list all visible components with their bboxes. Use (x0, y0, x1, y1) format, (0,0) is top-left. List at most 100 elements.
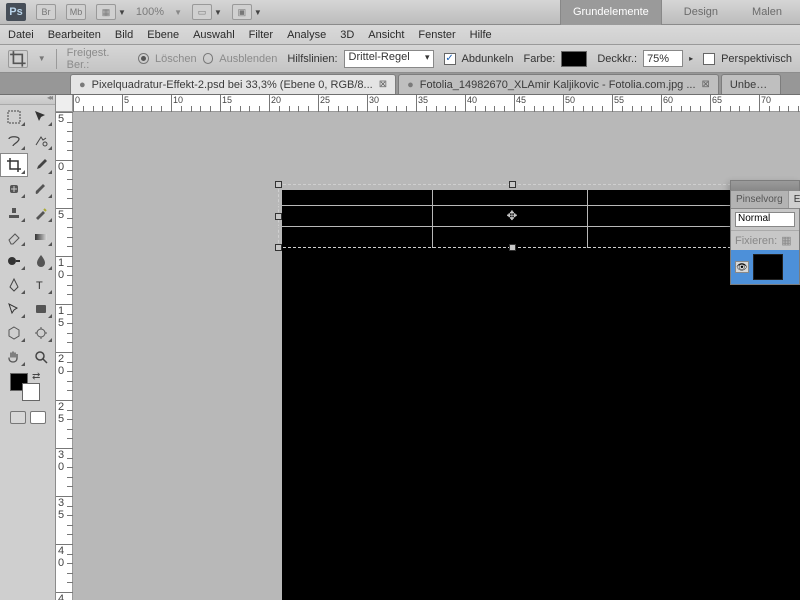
canvas-area[interactable]: ✥ (73, 112, 800, 600)
workspace: 0510152025303540455055606570 5051 01 52 … (56, 95, 800, 600)
healing-tool[interactable] (0, 177, 28, 201)
panel-grip[interactable] (731, 181, 799, 191)
view-arrange-dropdown[interactable]: ▦▼ (96, 4, 126, 20)
eraser-tool[interactable] (0, 225, 28, 249)
hilfslinien-label: Hilfslinien: (287, 53, 337, 65)
hilfslinien-select[interactable]: Drittel-Regel (344, 50, 434, 68)
layer-thumbnail[interactable] (753, 254, 783, 280)
menu-3d[interactable]: 3D (340, 29, 354, 41)
quickmask-mode-icon[interactable] (30, 411, 46, 424)
minibridge-button[interactable]: Mb (66, 4, 86, 20)
menu-ansicht[interactable]: Ansicht (368, 29, 404, 41)
eyedropper-tool[interactable] (28, 153, 56, 177)
perspektivisch-checkbox[interactable] (703, 53, 715, 65)
app-bar: Ps Br Mb ▦▼ 100%▼ ▭▼ ▣▼ Grundelemente De… (0, 0, 800, 25)
close-icon[interactable]: ⊠ (379, 79, 387, 90)
background-color[interactable] (22, 383, 40, 401)
menu-datei[interactable]: Datei (8, 29, 34, 41)
quick-select-tool[interactable] (28, 129, 56, 153)
crop-handle-tc[interactable] (509, 181, 516, 188)
panel-tab-pinsel[interactable]: Pinselvorg (731, 191, 789, 208)
color-swatches[interactable]: ⇄ (0, 369, 55, 405)
svg-text:T: T (36, 280, 43, 292)
crop-guide-h1 (278, 205, 746, 206)
extras-dropdown[interactable]: ▣▼ (232, 4, 262, 20)
abdunkeln-label: Abdunkeln (462, 53, 514, 65)
menu-bearbeiten[interactable]: Bearbeiten (48, 29, 101, 41)
crop-handle-bl[interactable] (275, 244, 282, 251)
ruler-origin[interactable] (56, 95, 73, 112)
screen-mode-dropdown[interactable]: ▭▼ (192, 4, 222, 20)
swap-colors-icon[interactable]: ⇄ (32, 371, 40, 382)
lasso-tool[interactable] (0, 129, 28, 153)
ruler-vertical[interactable]: 5051 01 52 02 53 03 54 04 55 0 (56, 112, 73, 600)
gradient-tool[interactable] (28, 225, 56, 249)
bridge-button[interactable]: Br (36, 4, 56, 20)
standard-mode-icon[interactable] (10, 411, 26, 424)
layer-row[interactable]: 👁 (731, 250, 799, 284)
visibility-icon[interactable]: 👁 (735, 261, 749, 273)
pen-tool[interactable] (0, 273, 28, 297)
tools-grip[interactable] (0, 95, 55, 105)
crop-tool[interactable] (0, 153, 28, 177)
crop-handle-ml[interactable] (275, 213, 282, 220)
doc-tab-2[interactable]: ● Fotolia_14982670_XLAmir Kaljikovic - F… (398, 74, 719, 94)
crop-overlay[interactable]: ✥ (278, 184, 746, 248)
layers-panel[interactable]: Pinselvorg Eb Normal Fixieren: ▦ 👁 (730, 180, 800, 285)
close-icon[interactable]: ⊠ (702, 79, 710, 90)
shield-color-swatch[interactable] (561, 51, 587, 67)
3d-camera-tool[interactable] (28, 321, 56, 345)
crop-handle-tl[interactable] (275, 181, 282, 188)
type-tool[interactable]: T (28, 273, 56, 297)
workspace-malen[interactable]: Malen (740, 0, 794, 25)
marquee-tool[interactable] (0, 105, 28, 129)
doc-tab-2-label: Fotolia_14982670_XLAmir Kaljikovic - Fot… (420, 79, 696, 91)
blend-mode-select[interactable]: Normal (735, 212, 795, 227)
dodge-tool[interactable] (0, 249, 28, 273)
loeschen-label: Löschen (155, 53, 197, 65)
stamp-tool[interactable] (0, 201, 28, 225)
move-tool[interactable] (28, 105, 56, 129)
farbe-label: Farbe: (524, 53, 556, 65)
panel-tab-ebenen[interactable]: Eb (789, 191, 800, 208)
menu-auswahl[interactable]: Auswahl (193, 29, 235, 41)
doc-tab-1-label: Pixelquadratur-Effekt-2.psd bei 33,3% (E… (92, 79, 373, 91)
crop-center-icon[interactable]: ✥ (506, 210, 518, 222)
blur-tool[interactable] (28, 249, 56, 273)
doc-tab-3[interactable]: Unbenan (721, 74, 781, 94)
doc-tab-3-label: Unbenan (730, 79, 772, 91)
history-brush-tool[interactable] (28, 201, 56, 225)
shape-tool[interactable] (28, 297, 56, 321)
menu-bild[interactable]: Bild (115, 29, 133, 41)
ruler-horizontal[interactable]: 0510152025303540455055606570 (73, 95, 800, 112)
crop-guide-v2 (587, 184, 588, 248)
menu-bar: Datei Bearbeiten Bild Ebene Auswahl Filt… (0, 25, 800, 45)
hand-tool[interactable] (0, 345, 28, 369)
3d-tool[interactable] (0, 321, 28, 345)
document-canvas[interactable] (282, 190, 800, 600)
brush-tool[interactable] (28, 177, 56, 201)
crop-handle-bc[interactable] (509, 244, 516, 251)
crop-guide-h2 (278, 226, 746, 227)
doc-tab-1[interactable]: ● Pixelquadratur-Effekt-2.psd bei 33,3% … (70, 74, 396, 94)
zoom-level[interactable]: 100% (136, 6, 164, 18)
abdunkeln-checkbox[interactable]: ✓ (444, 53, 456, 65)
menu-ebene[interactable]: Ebene (147, 29, 179, 41)
menu-hilfe[interactable]: Hilfe (470, 29, 492, 41)
menu-fenster[interactable]: Fenster (418, 29, 455, 41)
zoom-tool[interactable] (28, 345, 56, 369)
crop-tool-icon[interactable] (8, 50, 28, 68)
lock-transparency-icon[interactable]: ▦ (781, 234, 791, 247)
workspace-grundelemente[interactable]: Grundelemente (560, 0, 662, 25)
menu-analyse[interactable]: Analyse (287, 29, 326, 41)
deckkr-input[interactable]: 75% (643, 50, 683, 67)
crop-guide-v1 (432, 184, 433, 248)
workspace-design[interactable]: Design (672, 0, 730, 25)
doc-tab-status-icon: ● (407, 79, 414, 91)
deckkr-label: Deckkr.: (597, 53, 637, 65)
menu-filter[interactable]: Filter (249, 29, 273, 41)
radio-ausblenden[interactable] (203, 53, 214, 64)
radio-loeschen[interactable] (138, 53, 149, 64)
path-select-tool[interactable] (0, 297, 28, 321)
options-bar: ▼ Freigest. Ber.: Löschen Ausblenden Hil… (0, 45, 800, 73)
